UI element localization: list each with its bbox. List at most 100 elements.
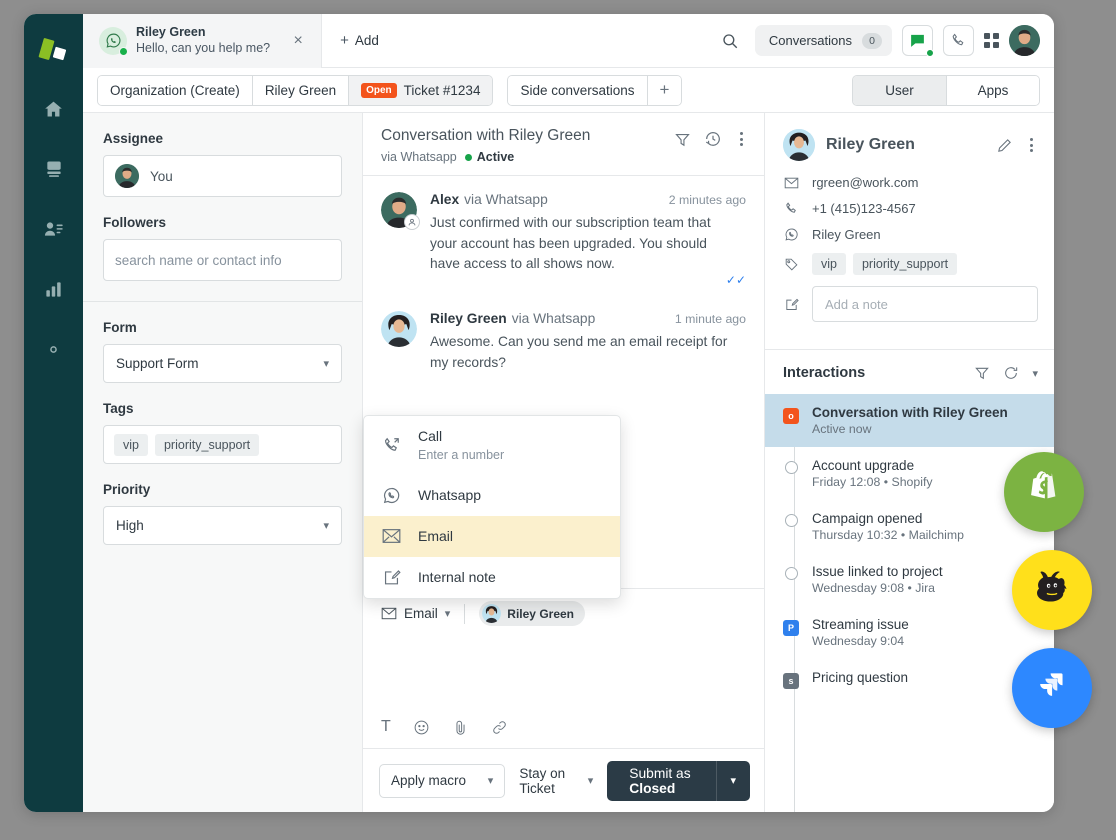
submit-button[interactable]: Submit as Closed ▾ bbox=[607, 761, 750, 801]
customer-email[interactable]: rgreen@work.com bbox=[812, 175, 918, 190]
app-logo-icon[interactable] bbox=[39, 36, 69, 66]
stay-on-ticket-select[interactable]: Stay on Ticket ▾ bbox=[519, 766, 593, 796]
filter-icon[interactable] bbox=[674, 131, 691, 148]
chat-bubble-icon bbox=[909, 32, 926, 49]
submit-state: Closed bbox=[629, 781, 675, 796]
text-format-icon[interactable]: T bbox=[381, 718, 391, 736]
chevron-down-icon[interactable]: ▾ bbox=[716, 774, 750, 787]
edit-pencil-icon[interactable] bbox=[996, 137, 1013, 154]
sidebar-item-settings[interactable] bbox=[37, 332, 71, 366]
message-channel: via Whatsapp bbox=[464, 192, 548, 207]
jira-app-bubble[interactable] bbox=[1012, 648, 1092, 728]
chip-contact-name: Riley Green bbox=[136, 25, 270, 41]
body-columns: Assignee You Followers bbox=[83, 113, 1054, 812]
sidebar-item-contacts[interactable] bbox=[37, 212, 71, 246]
form-select[interactable]: Support Form ▾ bbox=[103, 344, 342, 383]
composer-textarea[interactable] bbox=[381, 626, 746, 718]
customer-tags-row: vip priority_support bbox=[783, 253, 1038, 275]
avatar[interactable] bbox=[1009, 25, 1040, 56]
customer-phone-row: +1 (415)123-4567 bbox=[783, 201, 1038, 216]
more-options-icon[interactable] bbox=[735, 129, 748, 149]
message-author: Riley Green bbox=[430, 311, 507, 326]
side-conversations-button[interactable]: Side conversations bbox=[508, 76, 647, 105]
message-timestamp: 2 minutes ago bbox=[669, 193, 746, 207]
composer-header: Email ▾ bbox=[381, 601, 746, 626]
apps-grid-button[interactable] bbox=[984, 33, 999, 48]
timeline-item-sub: Friday 12:08 • Shopify bbox=[812, 475, 933, 489]
interactions-header: Interactions ▾ bbox=[765, 349, 1054, 394]
priority-select[interactable]: High ▾ bbox=[103, 506, 342, 545]
tab-apps[interactable]: Apps bbox=[946, 76, 1039, 105]
customer-details: rgreen@work.com +1 (415)123-4567 Riley G… bbox=[765, 171, 1054, 349]
conversation-panel: Conversation with Riley Green via Whatsa… bbox=[363, 113, 764, 812]
tags-field[interactable]: vip priority_support bbox=[103, 425, 342, 464]
chevron-down-icon[interactable]: ▾ bbox=[1032, 367, 1038, 380]
history-icon[interactable] bbox=[704, 130, 722, 148]
message-author: Alex bbox=[430, 192, 459, 207]
add-side-conversation-button[interactable]: + bbox=[648, 76, 682, 105]
add-button[interactable]: + Add bbox=[340, 32, 379, 49]
phone-button[interactable] bbox=[943, 25, 974, 56]
emoji-icon[interactable] bbox=[413, 719, 430, 736]
breadcrumb-organization[interactable]: Organization (Create) bbox=[98, 76, 253, 105]
timeline-item-conversation[interactable]: o Conversation with Riley Green Active n… bbox=[765, 394, 1054, 447]
chevron-down-icon: ▾ bbox=[323, 519, 329, 532]
breadcrumb-ticket[interactable]: Open Ticket #1234 bbox=[349, 76, 492, 105]
customer-whatsapp[interactable]: Riley Green bbox=[812, 227, 881, 242]
search-button[interactable] bbox=[715, 26, 745, 56]
refresh-icon[interactable] bbox=[1003, 365, 1019, 381]
breadcrumb-contact[interactable]: Riley Green bbox=[253, 76, 349, 105]
assignee-avatar-icon bbox=[115, 164, 139, 188]
menu-item-call[interactable]: Call Enter a number bbox=[364, 416, 620, 475]
active-conversation-chip[interactable]: Riley Green Hello, can you help me? × bbox=[83, 14, 322, 68]
timeline-marker: o bbox=[783, 405, 799, 436]
mailchimp-app-bubble[interactable] bbox=[1012, 550, 1092, 630]
customer-phone[interactable]: +1 (415)123-4567 bbox=[812, 201, 916, 216]
primary-navigation-rail bbox=[24, 14, 83, 812]
composer-channel-label: Email bbox=[404, 606, 438, 621]
app-shell: Riley Green Hello, can you help me? × + … bbox=[83, 14, 1054, 812]
menu-item-email[interactable]: Email bbox=[364, 516, 620, 557]
customer-whatsapp-row: Riley Green bbox=[783, 227, 1038, 242]
tag-chip[interactable]: priority_support bbox=[853, 253, 957, 275]
attachment-icon[interactable] bbox=[452, 719, 469, 736]
tag-chip[interactable]: vip bbox=[812, 253, 846, 275]
conversation-header: Conversation with Riley Green via Whatsa… bbox=[363, 113, 764, 176]
timeline-item-title: Streaming issue bbox=[812, 617, 909, 632]
shopify-app-bubble[interactable] bbox=[1004, 452, 1084, 532]
followers-field[interactable]: search name or contact info bbox=[103, 239, 342, 281]
composer-channel-selector[interactable]: Email ▾ bbox=[381, 606, 450, 621]
jira-icon bbox=[1030, 666, 1074, 710]
side-conversations-label: Side conversations bbox=[520, 83, 634, 98]
add-note-input[interactable]: Add a note bbox=[812, 286, 1038, 322]
sidebar-item-home[interactable] bbox=[37, 92, 71, 126]
assignee-section: Assignee You Followers bbox=[83, 113, 362, 301]
internal-note-icon bbox=[380, 568, 402, 587]
status-dot-icon bbox=[465, 154, 472, 161]
sidebar-item-reports[interactable] bbox=[37, 272, 71, 306]
sidebar-item-tickets[interactable] bbox=[37, 152, 71, 186]
submit-prefix: Submit as bbox=[629, 766, 690, 781]
composer-recipient-chip[interactable]: Riley Green bbox=[479, 601, 585, 626]
ticket-actions-bar: Apply macro ▾ Stay on Ticket ▾ Submit as… bbox=[363, 748, 764, 812]
link-icon[interactable] bbox=[491, 719, 508, 736]
assignee-field[interactable]: You bbox=[103, 155, 342, 197]
grid-cell bbox=[993, 42, 999, 48]
filter-icon[interactable] bbox=[974, 365, 990, 381]
tab-user[interactable]: User bbox=[853, 76, 946, 105]
more-options-icon[interactable] bbox=[1025, 135, 1038, 155]
conversations-queue-button[interactable]: Conversations 0 bbox=[755, 25, 892, 56]
menu-item-internal-note[interactable]: Internal note bbox=[364, 557, 620, 598]
assignee-label: Assignee bbox=[103, 131, 342, 146]
close-conversation-icon[interactable]: × bbox=[289, 32, 307, 50]
followers-placeholder: search name or contact info bbox=[115, 253, 282, 268]
timeline-marker-circle bbox=[785, 514, 798, 527]
menu-item-whatsapp[interactable]: Whatsapp bbox=[364, 475, 620, 516]
chevron-down-icon: ▾ bbox=[445, 607, 451, 620]
chat-button[interactable] bbox=[902, 25, 933, 56]
timeline-item-pricing-question[interactable]: s Pricing question bbox=[765, 659, 1054, 700]
timeline-item-issue-linked[interactable]: Issue linked to project Wednesday 9:08 •… bbox=[765, 553, 1054, 606]
timeline-item-streaming-issue[interactable]: P Streaming issue Wednesday 9:04 bbox=[765, 606, 1054, 659]
conversation-channel: via Whatsapp bbox=[381, 150, 457, 164]
apply-macro-select[interactable]: Apply macro ▾ bbox=[379, 764, 505, 798]
